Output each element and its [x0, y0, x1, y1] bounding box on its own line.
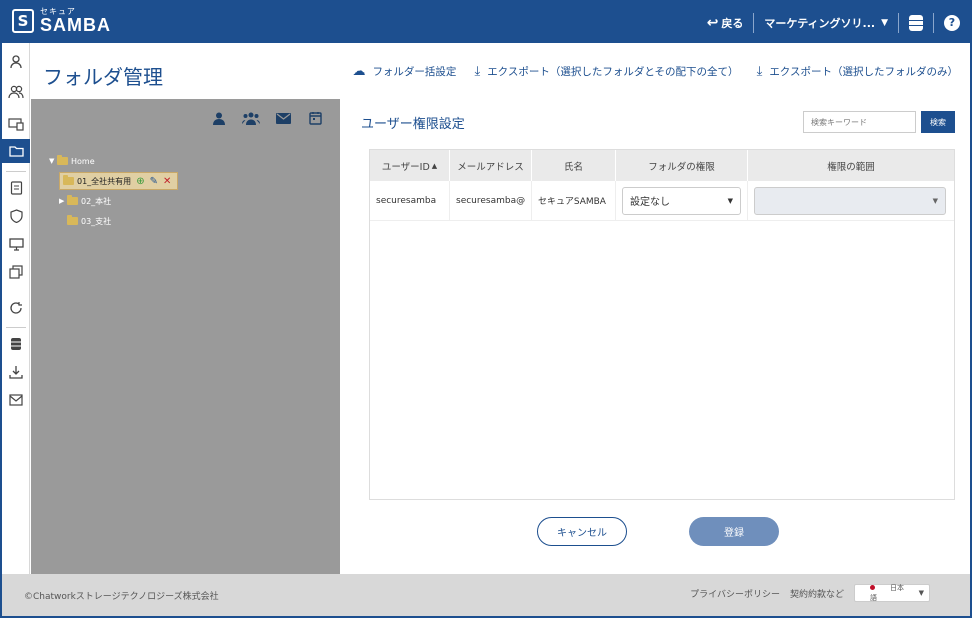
- tree-node[interactable]: 03_支社: [49, 211, 178, 231]
- title-bar: フォルダ管理 ☁ フォルダー括設定 ⤓ エクスポート（選択したフォルダとその配下…: [31, 43, 970, 99]
- caret-right-icon[interactable]: ▶: [59, 197, 67, 205]
- export-folder-only-button[interactable]: ⤓ エクスポート（選択したフォルダのみ）: [757, 64, 958, 79]
- copy-icon[interactable]: [7, 263, 25, 281]
- cell-user-id: securesamba: [370, 181, 450, 220]
- return-arrow-icon: ↩: [706, 14, 719, 31]
- footer: ©Chatworkストレージテクノロジーズ株式会社 プライバシーポリシー 契約約…: [2, 574, 970, 616]
- column-header-user-id[interactable]: ユーザーID ▲: [370, 150, 450, 181]
- divider: [6, 327, 26, 328]
- cell-email: securesamba@: [450, 181, 532, 220]
- download-icon: ⤓: [474, 64, 481, 79]
- user-icon[interactable]: [7, 53, 25, 71]
- privacy-policy-link[interactable]: プライバシーポリシー: [690, 587, 780, 600]
- logo-mark-icon: S: [12, 9, 34, 33]
- side-nav: [2, 43, 30, 574]
- folder-nav-icon[interactable]: [2, 139, 30, 163]
- users-icon[interactable]: [7, 83, 25, 101]
- chevron-down-icon: ▼: [881, 17, 888, 28]
- account-label: マーケティングソリ...: [764, 16, 876, 30]
- mail-icon[interactable]: [7, 391, 25, 409]
- divider: [898, 12, 899, 33]
- search-input[interactable]: [803, 111, 916, 133]
- logo[interactable]: S セキュア SAMBA: [12, 8, 111, 34]
- column-header-name[interactable]: 氏名: [532, 150, 616, 181]
- shield-icon[interactable]: [7, 207, 25, 225]
- folder-tree-panel: ▼ Home 01_全社共有用 ⊕ ✎ ✕ ▶ 02_本社 03_支社: [31, 99, 340, 574]
- cancel-button[interactable]: キャンセル: [537, 517, 627, 546]
- terms-link[interactable]: 契約約款など: [790, 587, 844, 600]
- table-header: ユーザーID ▲ メールアドレス 氏名 フォルダの権限 権限の範囲: [370, 150, 954, 181]
- back-label: 戻る: [721, 16, 744, 30]
- back-button[interactable]: ↩ 戻る: [707, 15, 744, 31]
- tree-node[interactable]: ▶ 02_本社: [49, 191, 178, 211]
- download-nav-icon[interactable]: [7, 363, 25, 381]
- bulk-folder-settings-button[interactable]: ☁ フォルダー括設定: [352, 64, 456, 79]
- divider: [6, 171, 26, 172]
- search-button[interactable]: 検索: [921, 111, 955, 133]
- table-row: securesamba securesamba@ セキュアSAMBA 設定なし …: [370, 181, 954, 221]
- edit-icon[interactable]: ✎: [150, 176, 158, 187]
- caret-down-icon[interactable]: ▼: [49, 157, 57, 165]
- user-permission-icon[interactable]: [210, 109, 228, 127]
- folder-icon: [67, 215, 78, 225]
- scope-select[interactable]: ▼: [754, 186, 946, 215]
- column-header-email[interactable]: メールアドレス: [450, 150, 532, 181]
- download-icon: ⤓: [756, 64, 763, 79]
- cell-name: セキュアSAMBA: [532, 181, 616, 220]
- top-header: S セキュア SAMBA ↩ 戻る マーケティングソリ... ▼ ?: [2, 2, 970, 43]
- tree-node-selected[interactable]: 01_全社共有用 ⊕ ✎ ✕: [59, 172, 179, 190]
- japan-flag-icon: [870, 585, 875, 590]
- add-icon[interactable]: ⊕: [136, 176, 144, 187]
- divider: [933, 12, 934, 33]
- chevron-down-icon: ▼: [727, 196, 733, 205]
- tree-node-home[interactable]: ▼ Home: [49, 151, 178, 171]
- devices-icon[interactable]: [7, 115, 25, 133]
- export-all-button[interactable]: ⤓ エクスポート（選択したフォルダとその配下の全て）: [474, 64, 738, 79]
- logo-main: SAMBA: [40, 15, 111, 35]
- delete-icon[interactable]: ✕: [163, 176, 171, 187]
- folder-icon: [63, 175, 74, 185]
- group-permission-icon[interactable]: [242, 109, 260, 127]
- section-title: ユーザー権限設定: [361, 117, 465, 132]
- chevron-down-icon: ▼: [932, 196, 938, 205]
- mail-notify-icon[interactable]: [274, 109, 292, 127]
- database-icon[interactable]: [7, 335, 25, 353]
- permission-panel: ユーザー権限設定 検索 ユーザーID▲ メールアドレス 氏名 フォルダの権限 権…: [343, 99, 970, 574]
- folder-tree: ▼ Home 01_全社共有用 ⊕ ✎ ✕ ▶ 02_本社 03_支社: [49, 151, 179, 231]
- app-frame: S セキュア SAMBA ↩ 戻る マーケティングソリ... ▼ ? フォルダ管…: [0, 0, 972, 618]
- page-title: フォルダ管理: [43, 65, 163, 89]
- permission-select[interactable]: 設定なし ▼: [622, 186, 741, 215]
- help-icon[interactable]: ?: [944, 14, 960, 31]
- chevron-down-icon: ▼: [918, 589, 924, 597]
- divider: [753, 12, 755, 33]
- document-icon[interactable]: [7, 179, 25, 197]
- cloud-upload-icon: ☁: [352, 64, 366, 79]
- refresh-icon[interactable]: [7, 299, 25, 317]
- monitor-icon[interactable]: [7, 235, 25, 253]
- permission-table: ユーザーID ▲ メールアドレス 氏名 フォルダの権限 権限の範囲 secures…: [369, 149, 955, 500]
- account-dropdown[interactable]: マーケティングソリ... ▼: [764, 15, 888, 31]
- folder-icon: [67, 195, 78, 205]
- calendar-icon[interactable]: [306, 109, 324, 127]
- copyright: ©Chatworkストレージテクノロジーズ株式会社: [24, 592, 219, 602]
- column-header-scope[interactable]: 権限の範囲: [748, 150, 954, 181]
- column-header-permission[interactable]: フォルダの権限: [616, 150, 748, 181]
- storage-icon[interactable]: [909, 14, 923, 31]
- folder-icon: [57, 155, 68, 165]
- register-button[interactable]: 登録: [689, 517, 779, 546]
- sort-icon: ▲: [431, 161, 438, 170]
- language-select[interactable]: 日本語 ▼: [854, 584, 930, 602]
